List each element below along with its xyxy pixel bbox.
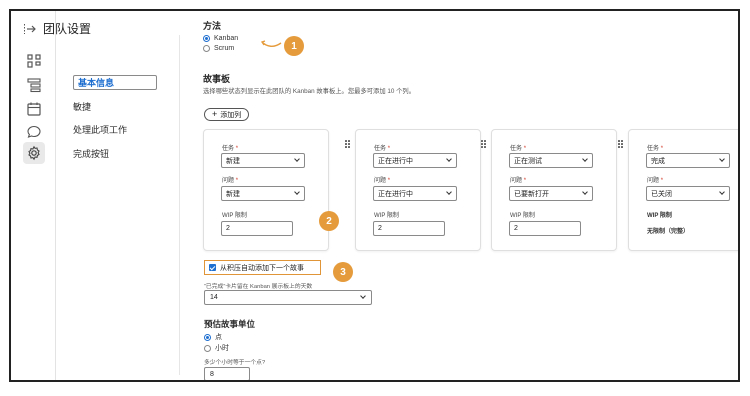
calendar-icon[interactable] — [26, 101, 42, 117]
settings-icon[interactable] — [23, 142, 45, 164]
board-column-3: 任务 * 正在测试 问题 * 已要新打开 WIP 限制 2 — [481, 129, 617, 251]
callout-arrow-icon — [260, 40, 282, 47]
task-label: 任务 * — [222, 146, 239, 152]
submenu-item-done-button[interactable]: 完成按钮 — [73, 147, 109, 160]
auto-add-label: 从积压自动添加下一个故事 — [220, 264, 304, 272]
hours-per-point-input[interactable]: 8 — [204, 367, 250, 380]
issue-status-select[interactable]: 已关闭 — [646, 186, 730, 201]
add-column-button[interactable]: + 添加列 — [204, 108, 250, 121]
chevron-down-icon — [582, 189, 588, 195]
app-window: 团队设置 基本信息 敏捷 处理此项工作 完成按钮 方法 Kanban Scrum… — [9, 9, 740, 382]
method-option-kanban[interactable]: Kanban — [203, 35, 238, 42]
task-label: 任务 * — [647, 146, 664, 152]
wip-label: WIP 限制 — [510, 213, 535, 219]
chevron-down-icon — [360, 293, 366, 299]
radio-unselected-icon — [203, 45, 210, 52]
submenu-item-basic-info[interactable]: 基本信息 — [73, 75, 157, 90]
issue-status-select[interactable]: 新建 — [221, 186, 305, 201]
wip-label: WIP 限制 — [222, 213, 247, 219]
method-option-label: Kanban — [214, 35, 239, 42]
method-option-label: Scrum — [214, 45, 235, 52]
board-column-4: 任务 * 完成 问题 * 已关闭 WIP 限制 无限制（完整） — [618, 129, 738, 251]
method-option-scrum[interactable]: Scrum — [203, 45, 234, 52]
chevron-down-icon — [294, 189, 300, 195]
estimate-option-label: 点 — [215, 334, 222, 341]
expand-panel-icon[interactable] — [23, 23, 37, 35]
wip-label: WIP 限制 — [647, 213, 672, 219]
drag-handle-icon[interactable] — [618, 140, 624, 150]
checkbox-checked-icon — [209, 264, 216, 271]
callout-badge-1: 1 — [284, 36, 304, 56]
wip-limit-input[interactable]: 2 — [509, 221, 581, 236]
issue-label: 问题 * — [510, 178, 527, 184]
task-label: 任务 * — [510, 146, 527, 152]
task-status-select[interactable]: 完成 — [646, 153, 730, 168]
drag-handle-icon[interactable] — [345, 140, 351, 150]
plus-icon: + — [212, 109, 218, 119]
board-icon[interactable] — [26, 53, 42, 69]
chevron-down-icon — [719, 156, 725, 162]
task-status-select[interactable]: 正在测试 — [509, 153, 593, 168]
icon-rail — [11, 11, 56, 380]
submenu-item-agile[interactable]: 敏捷 — [73, 100, 91, 113]
radio-unselected-icon — [204, 344, 211, 352]
radio-selected-icon — [204, 333, 211, 341]
wip-label: WIP 限制 — [374, 213, 399, 219]
submenu-item-work-on-this[interactable]: 处理此项工作 — [73, 123, 127, 136]
hours-per-point-label: 多少个小时等于一个点? — [204, 360, 266, 366]
task-status-select[interactable]: 新建 — [221, 153, 305, 168]
task-status-select[interactable]: 正在进行中 — [373, 153, 457, 168]
done-days-select[interactable]: 14 — [204, 290, 372, 305]
chevron-down-icon — [582, 156, 588, 162]
drag-handle-icon[interactable] — [481, 140, 487, 150]
issue-status-select[interactable]: 正在进行中 — [373, 186, 457, 201]
chevron-down-icon — [294, 156, 300, 162]
done-days-label: “已完成”卡片留在 Kanban 展示板上的天数 — [204, 284, 313, 290]
callout-badge-2: 2 — [319, 211, 339, 231]
chevron-down-icon — [446, 189, 452, 195]
settings-submenu: 基本信息 敏捷 处理此项工作 完成按钮 — [57, 35, 180, 375]
chat-icon[interactable] — [26, 124, 42, 140]
wip-limit-input[interactable]: 2 — [221, 221, 293, 236]
callout-badge-3: 3 — [333, 262, 353, 282]
radio-selected-icon — [203, 35, 210, 42]
board-column-2: 任务 * 正在进行中 问题 * 正在进行中 WIP 限制 2 — [345, 129, 481, 251]
wip-unlimited-text: 无限制（完整） — [647, 229, 690, 235]
board-column-1: 任务 * 新建 问题 * 新建 WIP 限制 2 — [203, 129, 329, 251]
issue-label: 问题 * — [374, 178, 391, 184]
main-content: 方法 Kanban Scrum 1 故事板 选择哪些状态列显示在此团队的 Kan… — [181, 11, 738, 380]
board-description: 选择哪些状态列显示在此团队的 Kanban 故事板上。您最多可添加 10 个列。 — [203, 88, 416, 95]
issue-status-select[interactable]: 已要新打开 — [509, 186, 593, 201]
issue-label: 问题 * — [647, 178, 664, 184]
wip-limit-input[interactable]: 2 — [373, 221, 445, 236]
board-heading: 故事板 — [203, 74, 231, 84]
auto-add-checkbox[interactable]: 从积压自动添加下一个故事 — [204, 260, 321, 275]
estimate-heading: 预估故事单位 — [204, 319, 256, 329]
estimate-option-label: 小时 — [215, 345, 229, 352]
chevron-down-icon — [719, 189, 725, 195]
chevron-down-icon — [446, 156, 452, 162]
task-label: 任务 * — [374, 146, 391, 152]
issue-label: 问题 * — [222, 178, 239, 184]
estimate-option-points[interactable]: 点 — [204, 332, 222, 342]
estimate-option-hours[interactable]: 小时 — [204, 343, 229, 353]
add-column-label: 添加列 — [220, 111, 242, 119]
method-heading: 方法 — [203, 21, 222, 31]
list-icon[interactable] — [26, 77, 42, 93]
